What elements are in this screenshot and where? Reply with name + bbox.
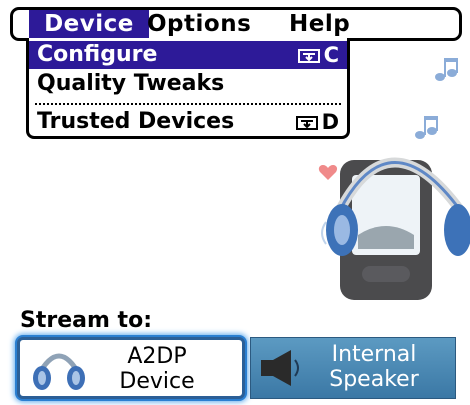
- menu-bar: Device Options Help: [10, 7, 462, 41]
- shortcut-configure: C: [297, 41, 339, 69]
- menu-item-configure[interactable]: Configure C: [29, 41, 347, 69]
- menu-item-quality-tweaks[interactable]: Quality Tweaks: [29, 70, 347, 98]
- menu-item-trusted-devices[interactable]: Trusted Devices D: [29, 108, 347, 136]
- internal-speaker-line1: Internal: [331, 342, 417, 367]
- menu-item-label: Quality Tweaks: [37, 71, 225, 96]
- internal-speaker-button[interactable]: Internal Speaker: [250, 337, 456, 399]
- a2dp-button-line2: Device: [119, 369, 195, 394]
- shortcut-key: C: [323, 43, 339, 67]
- a2dp-button-line1: A2DP: [127, 344, 187, 369]
- menu-help[interactable]: Help: [283, 10, 356, 38]
- a2dp-device-button[interactable]: A2DP Device: [17, 337, 245, 399]
- stream-to-label: Stream to:: [20, 308, 152, 333]
- command-stroke-icon: [297, 49, 320, 63]
- shortcut-trusted-devices: D: [295, 108, 339, 136]
- internal-speaker-button-label: Internal Speaker: [309, 342, 439, 392]
- menu-device[interactable]: Device: [29, 10, 149, 38]
- menu-item-label: Configure: [37, 42, 158, 67]
- speaker-icon: [261, 350, 299, 386]
- internal-speaker-line2: Speaker: [329, 367, 419, 392]
- menu-item-label: Trusted Devices: [37, 109, 235, 134]
- app-screen: Device Options Help Configure C Quality …: [0, 0, 470, 405]
- a2dp-button-label: A2DP Device: [102, 344, 212, 394]
- device-dropdown-menu: Configure C Quality Tweaks Trusted Devic…: [26, 38, 350, 139]
- command-stroke-icon: [295, 116, 318, 130]
- headphones-icon: [33, 353, 85, 390]
- menu-options[interactable]: Options: [141, 10, 257, 38]
- menu-separator: [35, 103, 341, 105]
- shortcut-key: D: [321, 110, 339, 134]
